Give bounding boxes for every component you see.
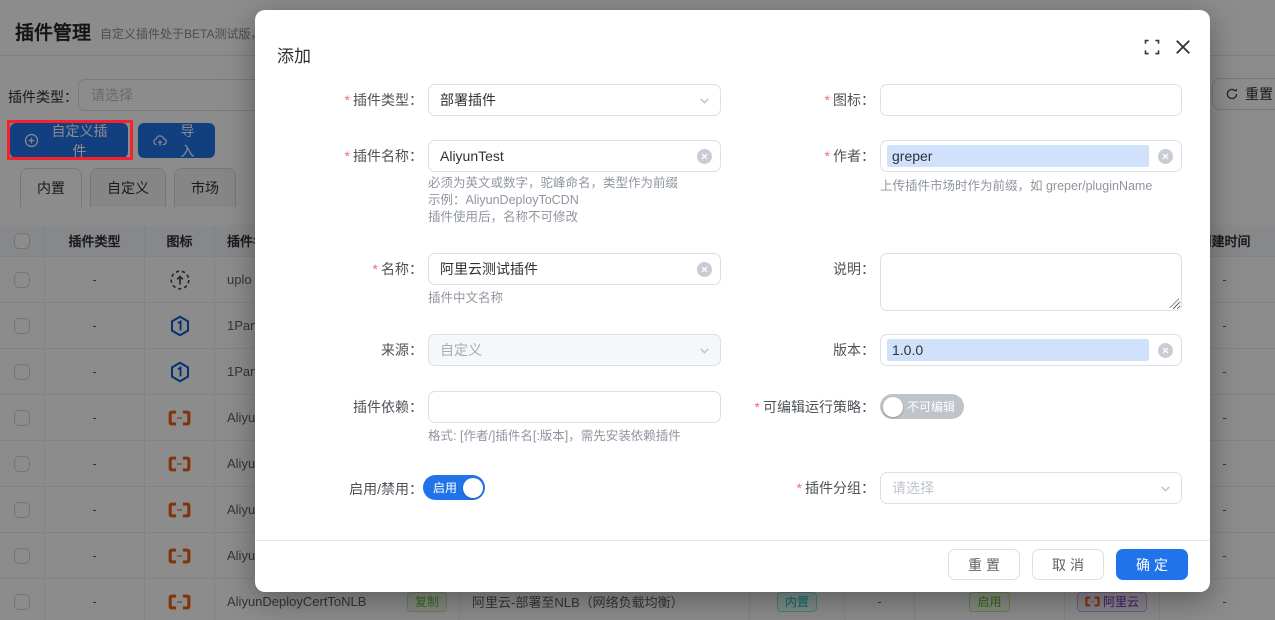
source-select: 自定义 [428,334,721,366]
source-value: 自定义 [440,342,482,358]
chevron-down-icon [1159,482,1172,495]
editable-policy-label: *可编辑运行策略： [685,391,875,423]
source-label: 来源： [255,334,423,366]
reset-button[interactable]: 重置 [948,549,1020,580]
plugin-name-input[interactable]: AliyunTest [428,140,721,172]
author-hint: 上传插件市场时作为前缀，如 greper/pluginName [880,178,1152,195]
enabled-toggle[interactable]: 启用 [423,475,485,500]
resize-handle[interactable] [1169,298,1179,308]
icon-label: *图标： [685,84,875,116]
clear-icon[interactable] [1158,343,1173,358]
text-selection-highlight [887,339,1149,361]
dependencies-label: 插件依赖： [255,391,423,423]
icon-input[interactable] [880,84,1182,116]
plugin-group-select[interactable]: 请选择 [880,472,1182,504]
plugin-type-value: 部署插件 [440,92,496,108]
version-value: 1.0.0 [892,342,923,358]
toggle-text: 启用 [433,479,457,496]
author-label: *作者： [685,140,875,172]
footer-divider [255,540,1210,541]
name-input[interactable]: 阿里云测试插件 [428,253,721,285]
plugin-name-value: AliyunTest [440,148,504,164]
author-value: greper [892,148,932,164]
fullscreen-icon[interactable] [1143,38,1163,58]
plugin-group-label: *插件分组： [685,472,875,504]
add-plugin-dialog: 添加 *插件类型： 部署插件 *图标： *插件名称： AliyunTest [255,10,1210,592]
toggle-knob [463,478,483,498]
version-input[interactable]: 1.0.0 [880,334,1182,366]
confirm-button[interactable]: 确定 [1116,549,1188,580]
annotation-highlight-box [7,120,133,160]
plugin-name-hint: 必须为英文或数字，驼峰命名，类型作为前缀 示例：AliyunDeployToCD… [428,175,678,226]
author-input[interactable]: greper [880,140,1182,172]
clear-icon[interactable] [1158,149,1173,164]
screen: 插件管理 自定义插件处于BETA测试版， 插件类型： 请选择 重置 自定义插件 … [0,0,1275,620]
plugin-type-label: *插件类型： [255,84,423,116]
plugin-type-select[interactable]: 部署插件 [428,84,721,116]
name-hint: 插件中文名称 [428,290,503,307]
name-value: 阿里云测试插件 [440,261,538,277]
toggle-text: 不可编辑 [907,398,955,415]
dependencies-input[interactable] [428,391,721,423]
description-textarea[interactable] [880,253,1182,311]
close-icon[interactable] [1173,37,1195,59]
plugin-group-placeholder: 请选择 [892,480,934,496]
enabled-label: 启用/禁用： [255,473,423,505]
editable-policy-toggle: 不可编辑 [880,394,964,419]
dependencies-hint: 格式: [作者/]插件名[:版本]，需先安装依赖插件 [428,428,681,445]
plugin-name-label: *插件名称： [255,140,423,172]
description-label: 说明： [685,253,875,285]
dialog-title: 添加 [277,42,311,67]
version-label: 版本： [685,334,875,366]
cancel-button[interactable]: 取消 [1032,549,1104,580]
name-label: *名称： [255,253,423,285]
toggle-knob [883,397,903,417]
